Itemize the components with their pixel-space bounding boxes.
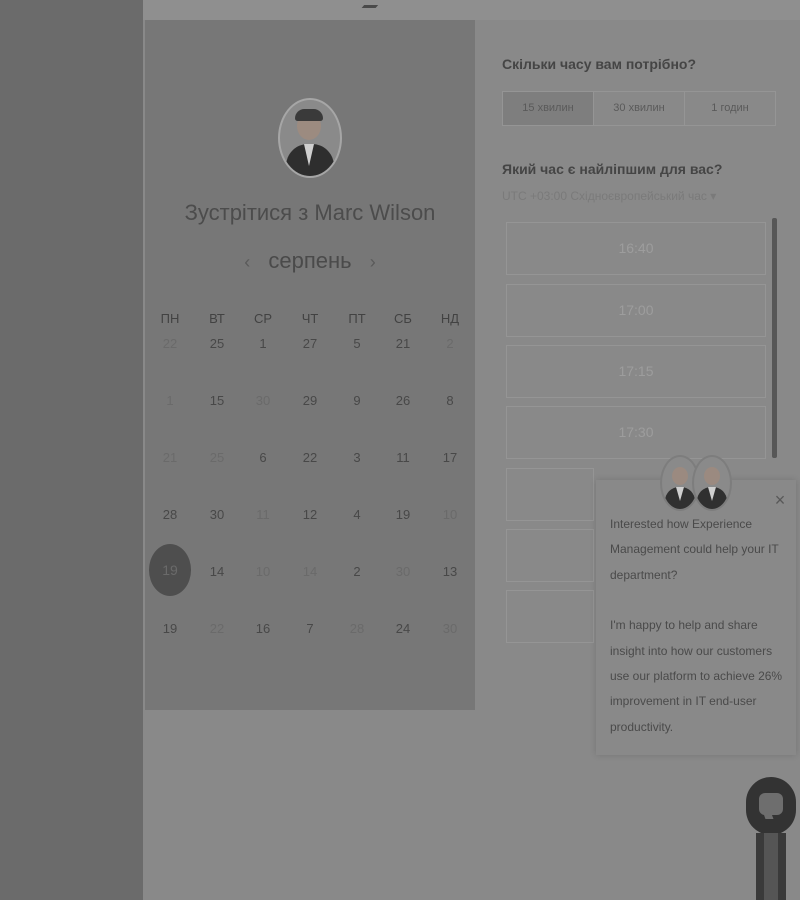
timezone-dropdown[interactable]: UTC +03:00 Східноєвропейський час ▾ — [502, 189, 716, 203]
calendar-day[interactable]: 11 — [243, 507, 283, 522]
chat-message-paragraph: Interested how Experience Management cou… — [610, 517, 779, 582]
calendar-day[interactable]: 14 — [290, 564, 330, 579]
host-photo — [278, 98, 342, 178]
prev-month-icon[interactable]: ‹ — [244, 252, 250, 272]
calendar-day[interactable]: 1 — [150, 393, 190, 408]
calendar-day[interactable]: 21 — [383, 336, 423, 351]
time-slot[interactable] — [506, 590, 594, 643]
calendar-day[interactable]: 6 — [243, 450, 283, 465]
calendar-day[interactable]: 25 — [197, 450, 237, 465]
duration-question: Скільки часу вам потрібно? — [502, 56, 697, 72]
chat-message-paragraph: I'm happy to help and share insight into… — [610, 618, 783, 734]
calendar-day[interactable]: 19 — [383, 507, 423, 522]
calendar-day[interactable]: 17 — [430, 450, 470, 465]
weekday-fri: ПТ — [348, 311, 366, 326]
chat-launcher-button[interactable] — [746, 777, 796, 835]
top-bar — [143, 0, 800, 20]
time-question: Який час є найліпшим для вас? — [502, 161, 723, 177]
calendar-day[interactable]: 30 — [383, 564, 423, 579]
calendar-day-selected[interactable]: 19 — [149, 544, 191, 596]
calendar-day[interactable]: 30 — [197, 507, 237, 522]
page-left-margin — [0, 0, 143, 900]
calendar-day[interactable]: 26 — [383, 393, 423, 408]
calendar-day[interactable]: 28 — [150, 507, 190, 522]
calendar-day[interactable]: 28 — [337, 621, 377, 636]
calendar-day[interactable]: 22 — [197, 621, 237, 636]
duration-option-15[interactable]: 15 хвилин — [503, 92, 594, 125]
weekday-tue: ВТ — [209, 311, 225, 326]
calendar-day[interactable]: 16 — [243, 621, 283, 636]
time-slot[interactable]: 16:40 — [506, 222, 766, 275]
time-list-scrollbar[interactable] — [772, 218, 777, 458]
calendar-day[interactable]: 22 — [150, 336, 190, 351]
calendar-day[interactable]: 8 — [430, 393, 470, 408]
weekday-wed: СР — [253, 311, 273, 326]
calendar-day[interactable]: 21 — [150, 450, 190, 465]
agent-avatar — [692, 455, 732, 511]
calendar-day[interactable]: 12 — [290, 507, 330, 522]
calendar-day[interactable]: 25 — [197, 336, 237, 351]
calendar-day[interactable]: 7 — [290, 621, 330, 636]
chat-message: Interested how Experience Management cou… — [610, 512, 788, 740]
weekday-thu: ЧТ — [301, 311, 319, 326]
calendar-day[interactable]: 22 — [290, 450, 330, 465]
calendar-day[interactable]: 9 — [337, 393, 377, 408]
meeting-title: Зустрітися з Marc Wilson — [184, 200, 436, 225]
calendar-day[interactable]: 2 — [337, 564, 377, 579]
launcher-stem — [756, 833, 786, 900]
calendar-day[interactable]: 19 — [150, 621, 190, 636]
calendar-day[interactable]: 4 — [337, 507, 377, 522]
host-avatar — [278, 98, 342, 178]
calendar-day[interactable]: 3 — [337, 450, 377, 465]
time-slot[interactable] — [506, 529, 594, 582]
calendar-day[interactable]: 13 — [430, 564, 470, 579]
calendar-day[interactable]: 14 — [197, 564, 237, 579]
duration-option-60[interactable]: 1 годин — [685, 92, 775, 125]
calendar-day[interactable]: 11 — [383, 450, 423, 465]
next-month-icon[interactable]: › — [370, 252, 376, 272]
time-slot[interactable]: 17:30 — [506, 406, 766, 459]
weekday-sun: НД — [440, 311, 460, 326]
calendar-day[interactable]: 15 — [197, 393, 237, 408]
time-slot[interactable]: 17:00 — [506, 284, 766, 337]
close-icon[interactable]: × — [772, 491, 788, 509]
calendar-day[interactable]: 2 — [430, 336, 470, 351]
duration-option-30[interactable]: 30 хвилин — [594, 92, 685, 125]
duration-selector: 15 хвилин 30 хвилин 1 годин — [502, 91, 776, 126]
calendar-day[interactable]: 10 — [243, 564, 283, 579]
time-slot[interactable] — [506, 468, 594, 521]
month-label: серпень — [268, 248, 352, 273]
calendar-day[interactable]: 27 — [290, 336, 330, 351]
chat-agent-avatars — [660, 455, 732, 511]
month-navigator: ‹ серпень › — [145, 248, 475, 274]
calendar-day[interactable]: 30 — [430, 621, 470, 636]
calendar-day[interactable]: 30 — [243, 393, 283, 408]
weekday-mon: ПН — [160, 311, 180, 326]
calendar-day[interactable]: 5 — [337, 336, 377, 351]
calendar-day[interactable]: 24 — [383, 621, 423, 636]
calendar-day[interactable]: 29 — [290, 393, 330, 408]
calendar-day[interactable]: 10 — [430, 507, 470, 522]
weekday-sat: СБ — [394, 311, 412, 326]
calendar-day[interactable]: 1 — [243, 336, 283, 351]
time-slot[interactable]: 17:15 — [506, 345, 766, 398]
